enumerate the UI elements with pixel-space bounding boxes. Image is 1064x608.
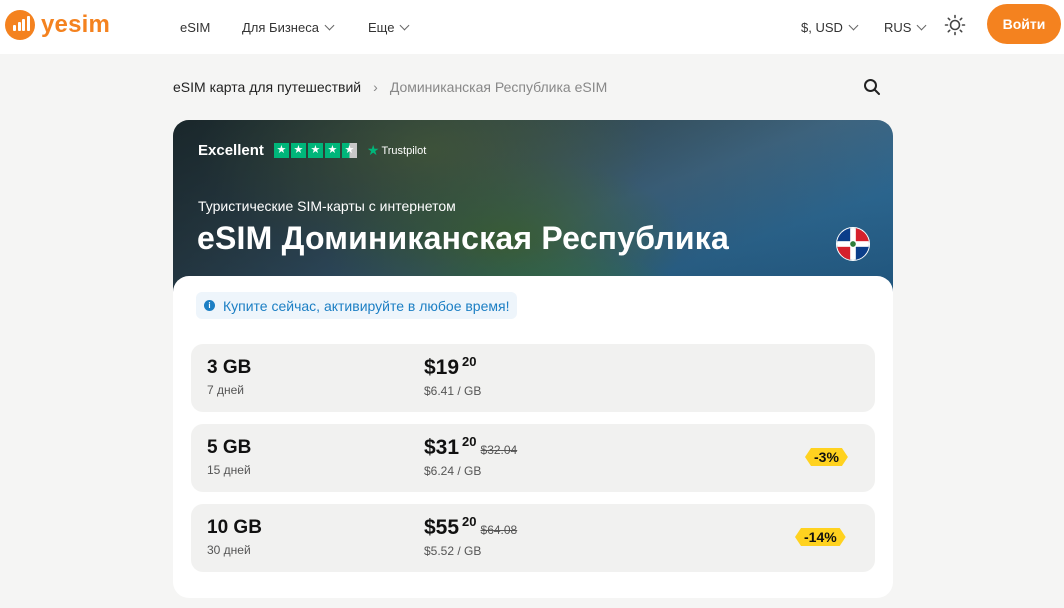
nav-esim-label: eSIM	[180, 19, 211, 35]
breadcrumb: eSIM карта для путешествий › Доминиканск…	[173, 78, 607, 96]
trustpilot-star-icon: ★	[366, 142, 380, 158]
plan-price: $19 20	[424, 354, 477, 380]
price-cents: 20	[462, 434, 477, 449]
price-main: $19	[424, 356, 460, 379]
old-price: $64.08	[480, 523, 518, 537]
plan-row[interactable]: 3 GB 7 дней $19 20 $6.41 / GB	[191, 344, 875, 412]
plan-price: $55 20 $64.08	[424, 514, 518, 540]
yesim-logo[interactable]: yesim	[5, 9, 110, 41]
price-per-gb: $6.41 / GB	[424, 384, 482, 398]
old-price: $32.04	[480, 443, 518, 457]
plan-row[interactable]: 10 GB 30 дней $55 20 $64.08 $5.52 / GB -…	[191, 504, 875, 572]
breadcrumb-home-link[interactable]: eSIM карта для путешествий	[173, 79, 361, 95]
plan-data: 5 GB	[207, 437, 252, 458]
dominican-republic-flag-icon	[836, 227, 870, 261]
info-icon: i	[204, 300, 215, 311]
price-cents: 20	[462, 514, 477, 529]
chevron-down-icon	[400, 20, 410, 30]
discount-badge: -3%	[805, 448, 848, 466]
language-selector[interactable]: RUS	[884, 0, 927, 54]
star-icon: ★	[290, 143, 306, 158]
page-title: eSIM Доминиканская Республика	[197, 220, 729, 256]
nav-business[interactable]: Для Бизнеса	[242, 0, 335, 54]
price-per-gb: $6.24 / GB	[424, 464, 482, 478]
chevron-down-icon	[848, 20, 859, 30]
logo-text: yesim	[41, 11, 111, 38]
plan-duration: 15 дней	[207, 463, 251, 477]
half-star-icon: ★	[341, 143, 357, 158]
chevron-down-icon	[917, 20, 927, 30]
rating-stars: ★ ★ ★ ★ ★	[273, 143, 357, 158]
rating-word: Excellent	[198, 142, 264, 159]
price-main: $31	[424, 436, 460, 459]
chevron-right-icon: ›	[373, 79, 378, 95]
chevron-down-icon	[324, 20, 335, 30]
currency-label: $, USD	[801, 19, 843, 35]
plan-duration: 30 дней	[207, 543, 251, 557]
price-main: $55	[424, 516, 460, 539]
signal-bars-icon	[5, 10, 35, 40]
trustpilot-logo: ★ Trustpilot	[367, 142, 426, 159]
price-cents: 20	[462, 354, 477, 369]
search-icon[interactable]	[862, 77, 882, 97]
plan-price: $31 20 $32.04	[424, 434, 518, 460]
price-per-gb: $5.52 / GB	[424, 544, 482, 558]
star-icon: ★	[273, 143, 289, 158]
nav-more-label: Еще	[368, 19, 395, 35]
login-button[interactable]: Войти	[987, 4, 1061, 44]
nav-business-label: Для Бизнеса	[242, 19, 319, 35]
top-header: yesim eSIM Для Бизнеса Еще $, USD RUS Во…	[0, 0, 1064, 54]
star-icon: ★	[307, 143, 323, 158]
plan-data: 3 GB	[207, 357, 252, 378]
trustpilot-rating[interactable]: Excellent ★ ★ ★ ★ ★ ★ Trustpilot	[198, 142, 426, 159]
plan-data: 10 GB	[207, 517, 262, 538]
sun-icon[interactable]	[944, 14, 966, 36]
breadcrumb-current: Доминиканская Республика eSIM	[389, 79, 608, 95]
hero-banner: Excellent ★ ★ ★ ★ ★ ★ Trustpilot Туристи…	[173, 120, 893, 300]
trustpilot-label: Trustpilot	[381, 144, 427, 157]
hero-subtitle: Туристические SIM-карты с интернетом	[198, 198, 456, 214]
plan-row[interactable]: 5 GB 15 дней $31 20 $32.04 $6.24 / GB -3…	[191, 424, 875, 492]
nav-more[interactable]: Еще	[368, 0, 410, 54]
info-banner-text: Купите сейчас, активируйте в любое время…	[223, 297, 510, 314]
star-icon: ★	[324, 143, 340, 158]
nav-esim[interactable]: eSIM	[180, 0, 210, 54]
language-label: RUS	[884, 19, 912, 35]
info-banner: i Купите сейчас, активируйте в любое вре…	[196, 292, 518, 319]
plan-duration: 7 дней	[207, 383, 245, 397]
currency-selector[interactable]: $, USD	[801, 0, 859, 54]
plans-card: i Купите сейчас, активируйте в любое вре…	[173, 276, 893, 598]
discount-badge: -14%	[795, 528, 846, 546]
